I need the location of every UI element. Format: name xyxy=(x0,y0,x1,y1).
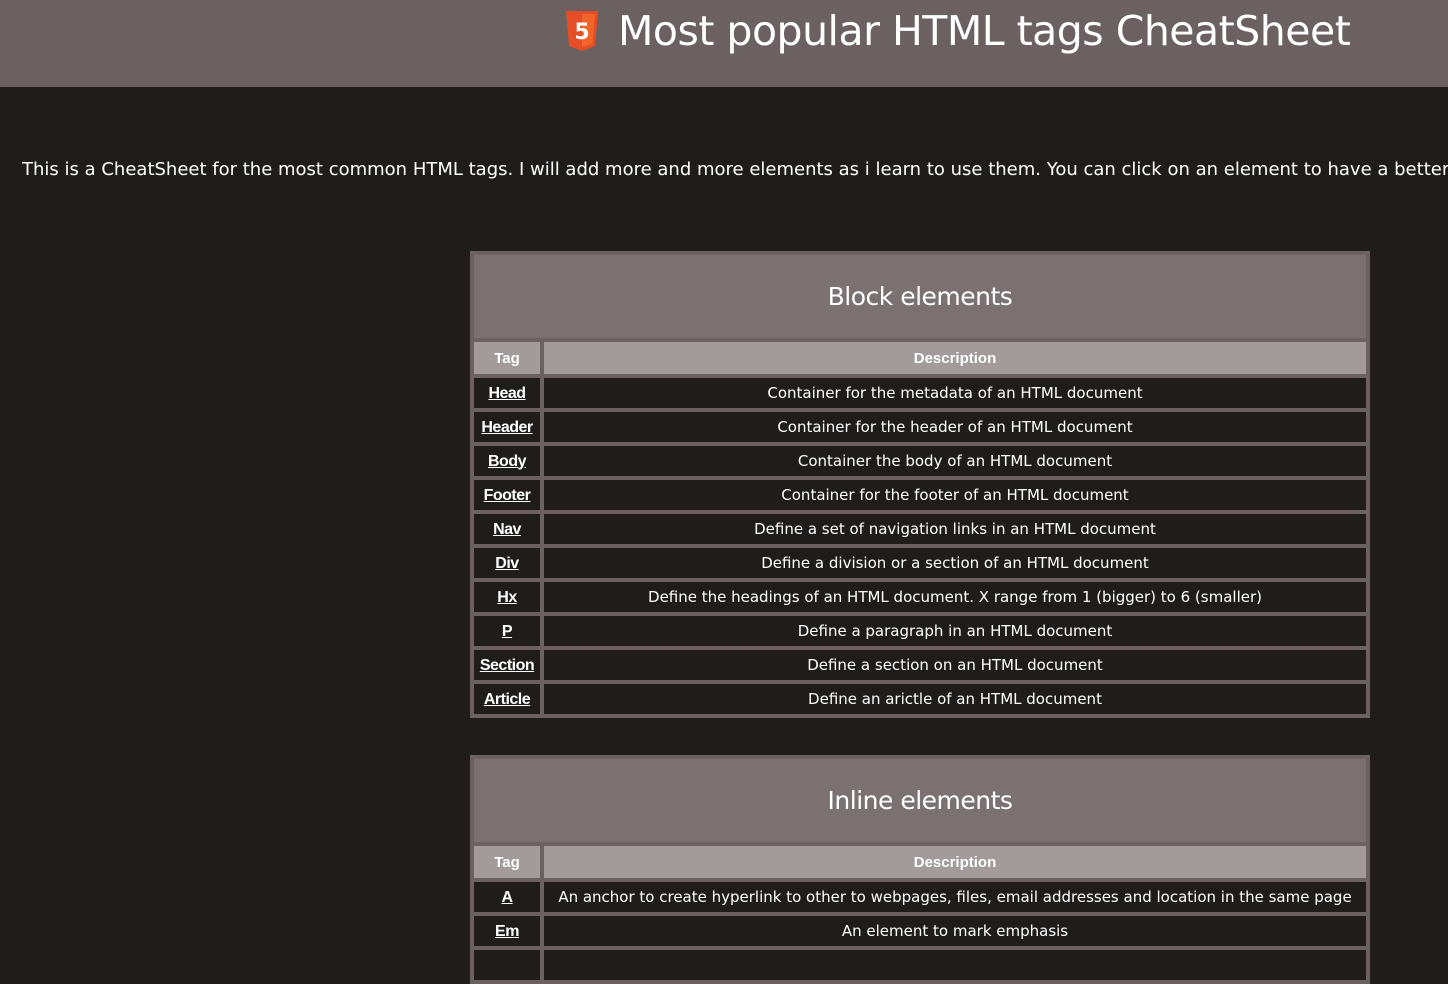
description-cell: Container the body of an HTML document xyxy=(544,446,1366,476)
table-row: Nav Define a set of navigation links in a… xyxy=(474,514,1366,544)
description-cell: Define an arictle of an HTML document xyxy=(544,684,1366,714)
tag-cell: Section xyxy=(474,650,540,680)
tag-link[interactable]: Footer xyxy=(484,487,531,504)
block-elements-caption: Block elements xyxy=(474,255,1366,338)
description-cell: An anchor to create hyperlink to other t… xyxy=(544,882,1366,912)
tag-cell: Nav xyxy=(474,514,540,544)
description-cell: Define a section on an HTML document xyxy=(544,650,1366,680)
tag-cell: Head xyxy=(474,378,540,408)
html5-logo-text: 5 xyxy=(574,20,589,45)
tag-link[interactable]: Header xyxy=(481,419,533,436)
table-row: Div Define a division or a section of an … xyxy=(474,548,1366,578)
table-row: Section Define a section on an HTML docum… xyxy=(474,650,1366,680)
tag-column-header: Tag xyxy=(474,846,540,878)
table-row: P Define a paragraph in an HTML document xyxy=(474,616,1366,646)
tag-column-header: Tag xyxy=(474,342,540,374)
table-row: Body Container the body of an HTML docume… xyxy=(474,446,1366,476)
description-cell: Define a paragraph in an HTML document xyxy=(544,616,1366,646)
block-elements-table: Block elements Tag Description Head Conta… xyxy=(470,251,1370,718)
tag-cell: Header xyxy=(474,412,540,442)
tag-cell: A xyxy=(474,882,540,912)
table-row: Em An element to mark emphasis xyxy=(474,916,1366,946)
table-row: Article Define an arictle of an HTML docu… xyxy=(474,684,1366,714)
tag-cell: Footer xyxy=(474,480,540,510)
table-row: Hx Define the headings of an HTML documen… xyxy=(474,582,1366,612)
inline-elements-caption: Inline elements xyxy=(474,759,1366,842)
tag-cell: Div xyxy=(474,548,540,578)
table-row: Footer Container for the footer of an HTM… xyxy=(474,480,1366,510)
tag-link[interactable]: Body xyxy=(488,453,527,470)
tag-link[interactable]: Div xyxy=(495,555,519,572)
description-cell: An element to mark emphasis xyxy=(544,916,1366,946)
inline-table-body: A An anchor to create hyperlink to other … xyxy=(474,882,1366,980)
html5-logo-icon: 5 xyxy=(566,11,598,51)
inline-elements-table: Inline elements Tag Description A An anch… xyxy=(470,755,1370,984)
description-cell: Container for the metadata of an HTML do… xyxy=(544,378,1366,408)
tag-cell: Article xyxy=(474,684,540,714)
intro-text: This is a CheatSheet for the most common… xyxy=(22,159,1448,180)
description-cell xyxy=(544,950,1366,980)
tag-cell xyxy=(474,950,540,980)
table-row: Header Container for the header of an HTM… xyxy=(474,412,1366,442)
table-row xyxy=(474,950,1366,980)
tag-cell: P xyxy=(474,616,540,646)
table-row: A An anchor to create hyperlink to other … xyxy=(474,882,1366,912)
block-table-body: Head Container for the metadata of an HTM… xyxy=(474,378,1366,714)
tag-link[interactable]: A xyxy=(501,889,513,906)
description-cell: Container for the footer of an HTML docu… xyxy=(544,480,1366,510)
description-column-header: Description xyxy=(544,846,1366,878)
tag-link[interactable]: Head xyxy=(488,385,526,402)
tag-link[interactable]: P xyxy=(502,623,513,640)
tag-link[interactable]: Article xyxy=(484,691,531,708)
description-cell: Define the headings of an HTML document.… xyxy=(544,582,1366,612)
tag-link[interactable]: Em xyxy=(495,923,519,940)
description-column-header: Description xyxy=(544,342,1366,374)
table-row: Head Container for the metadata of an HTM… xyxy=(474,378,1366,408)
tag-cell: Em xyxy=(474,916,540,946)
page-header: 5 Most popular HTML tags CheatSheet xyxy=(0,0,1448,87)
description-cell: Define a division or a section of an HTM… xyxy=(544,548,1366,578)
page-title: Most popular HTML tags CheatSheet xyxy=(618,7,1351,55)
tag-link[interactable]: Section xyxy=(480,657,535,674)
tag-link[interactable]: Nav xyxy=(493,521,521,538)
description-cell: Define a set of navigation links in an H… xyxy=(544,514,1366,544)
tag-link[interactable]: Hx xyxy=(497,589,517,606)
description-cell: Container for the header of an HTML docu… xyxy=(544,412,1366,442)
tag-cell: Body xyxy=(474,446,540,476)
tag-cell: Hx xyxy=(474,582,540,612)
